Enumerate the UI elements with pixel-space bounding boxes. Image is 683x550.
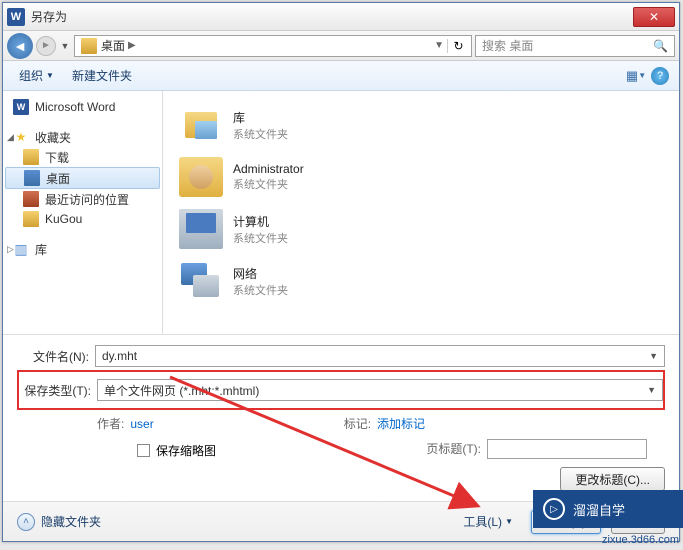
page-title-label: 页标题(T): [426, 440, 481, 457]
user-folder-icon [179, 157, 223, 197]
breadcrumb-dropdown-icon[interactable]: ▼ [434, 40, 444, 51]
star-icon: ★ [13, 129, 29, 145]
list-item[interactable]: Administrator 系统文件夹 [175, 151, 667, 203]
change-title-button[interactable]: 更改标题(C)... [560, 467, 665, 491]
watermark-badge: ▷ 溜溜自学 [533, 490, 683, 528]
folder-icon [23, 149, 39, 165]
window-title: 另存为 [31, 8, 633, 25]
expand-icon[interactable]: ▷ [7, 244, 14, 255]
computer-icon [179, 209, 223, 249]
view-options-button[interactable]: ▦ ▼ [625, 65, 647, 87]
sidebar-item-desktop[interactable]: 桌面 [5, 167, 160, 189]
hide-folders-button[interactable]: ˄ 隐藏文件夹 [17, 513, 101, 531]
toolbar: 组织 ▼ 新建文件夹 ▦ ▼ ? [3, 61, 679, 91]
desktop-icon [81, 38, 97, 54]
recent-icon [23, 191, 39, 207]
nav-history-dropdown[interactable]: ▼ [59, 41, 71, 51]
libraries-icon: ▥ [13, 241, 29, 257]
sidebar-item-kugou[interactable]: KuGou [3, 209, 162, 229]
filename-row: 文件名(N): dy.mht ▼ [17, 345, 665, 367]
metadata-row: 作者: user 标记: 添加标记 [97, 415, 665, 432]
chevron-down-icon[interactable]: ▼ [649, 351, 658, 361]
refresh-icon[interactable]: ↻ [447, 39, 469, 53]
word-app-icon: W [7, 8, 25, 26]
folder-icon [23, 211, 39, 227]
nav-bar: ◄ ► ▼ 桌面 ▶ ▼ ↻ 搜索 桌面 🔍 [3, 31, 679, 61]
search-icon: 🔍 [653, 39, 668, 53]
filename-label: 文件名(N): [17, 348, 89, 365]
thumbnail-label: 保存缩略图 [156, 442, 216, 459]
filetype-label: 保存类型(T): [19, 382, 91, 399]
organize-button[interactable]: 组织 ▼ [11, 64, 62, 87]
search-placeholder-text: 搜索 桌面 [482, 37, 533, 54]
chevron-right-icon[interactable]: ▶ [128, 40, 136, 51]
chevron-down-icon: ▼ [505, 517, 513, 526]
play-icon: ▷ [543, 498, 565, 520]
author-value[interactable]: user [130, 417, 153, 431]
author-label: 作者: [97, 415, 124, 432]
word-icon: W [13, 99, 29, 115]
collapse-icon[interactable]: ◢ [7, 132, 14, 143]
sidebar-item-recent[interactable]: 最近访问的位置 [3, 189, 162, 209]
nav-forward-button[interactable]: ► [36, 36, 56, 56]
sidebar-item-downloads[interactable]: 下载 [3, 147, 162, 167]
filename-input[interactable]: dy.mht ▼ [95, 345, 665, 367]
sidebar-item-word[interactable]: W Microsoft Word [3, 97, 162, 117]
network-icon [179, 261, 223, 301]
close-button[interactable]: ✕ [633, 7, 675, 27]
new-folder-button[interactable]: 新建文件夹 [64, 64, 140, 87]
tags-value[interactable]: 添加标记 [377, 415, 425, 432]
help-button[interactable]: ? [649, 65, 671, 87]
breadcrumb-segment[interactable]: 桌面 [101, 37, 125, 54]
desktop-icon [24, 170, 40, 186]
breadcrumb-bar[interactable]: 桌面 ▶ ▼ ↻ [74, 35, 472, 57]
file-list[interactable]: 库 系统文件夹 Administrator 系统文件夹 计算机 系统文件夹 [163, 91, 679, 334]
thumbnail-checkbox[interactable] [137, 444, 150, 457]
search-input[interactable]: 搜索 桌面 🔍 [475, 35, 675, 57]
libraries-icon [179, 105, 223, 145]
sidebar: W Microsoft Word ◢ ★ 收藏夹 下载 桌面 最近访问的位置 [3, 91, 163, 334]
tools-button[interactable]: 工具(L) ▼ [455, 510, 521, 533]
save-form: 文件名(N): dy.mht ▼ 保存类型(T): 单个文件网页 (*.mht;… [3, 334, 679, 501]
main-area: W Microsoft Word ◢ ★ 收藏夹 下载 桌面 最近访问的位置 [3, 91, 679, 334]
list-item[interactable]: 库 系统文件夹 [175, 99, 667, 151]
filetype-row: 保存类型(T): 单个文件网页 (*.mht;*.mhtml) ▼ [19, 379, 663, 401]
sidebar-item-favorites[interactable]: ◢ ★ 收藏夹 [3, 127, 162, 147]
sidebar-item-libraries[interactable]: ▷ ▥ 库 [3, 239, 162, 259]
chevron-up-icon: ˄ [17, 513, 35, 531]
titlebar: W 另存为 ✕ [3, 3, 679, 31]
tags-label: 标记: [344, 415, 371, 432]
page-title-input[interactable] [487, 439, 647, 459]
filetype-select[interactable]: 单个文件网页 (*.mht;*.mhtml) ▼ [97, 379, 663, 401]
watermark-url: zixue.3d66.com [602, 534, 679, 546]
list-item[interactable]: 网络 系统文件夹 [175, 255, 667, 307]
list-item[interactable]: 计算机 系统文件夹 [175, 203, 667, 255]
chevron-down-icon[interactable]: ▼ [647, 385, 656, 395]
chevron-down-icon: ▼ [46, 71, 54, 80]
nav-back-button[interactable]: ◄ [7, 33, 33, 59]
annotation-highlight: 保存类型(T): 单个文件网页 (*.mht;*.mhtml) ▼ [17, 370, 665, 410]
save-as-dialog: W 另存为 ✕ ◄ ► ▼ 桌面 ▶ ▼ ↻ 搜索 桌面 🔍 组织 ▼ 新建文件… [2, 2, 680, 542]
